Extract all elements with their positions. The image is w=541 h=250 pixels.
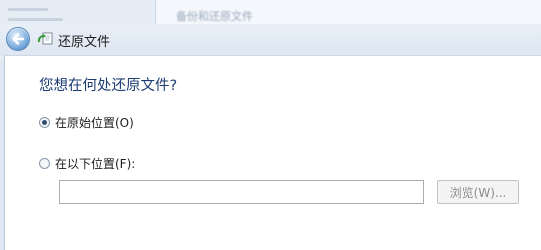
background-title: 备份和还原文件 [176,10,253,23]
browse-button[interactable]: 浏览(W)... [437,180,519,204]
path-input[interactable] [59,180,424,204]
dialog-title: 还原文件 [58,35,111,50]
radio-label-original: 在原始位置(O) [55,116,134,130]
radio-button-unchecked[interactable] [39,158,50,169]
back-arrow-icon [12,33,25,45]
radio-button-checked[interactable] [39,117,50,128]
radio-following-location[interactable]: 在以下位置(F): [39,155,135,172]
radio-label-following: 在以下位置(F): [55,157,136,171]
radio-original-location[interactable]: 在原始位置(O) [39,114,134,131]
location-question: 您想在何处还原文件? [39,78,178,94]
back-button[interactable] [6,27,30,51]
dialog-titlebar: 还原文件 [0,24,541,56]
restore-files-dialog: 还原文件 您想在何处还原文件? 在原始位置(O) 在以下位置(F): 浏览(W)… [0,24,541,250]
dialog-content: 您想在何处还原文件? 在原始位置(O) 在以下位置(F): 浏览(W)... [4,55,541,250]
restore-files-icon [37,32,53,45]
